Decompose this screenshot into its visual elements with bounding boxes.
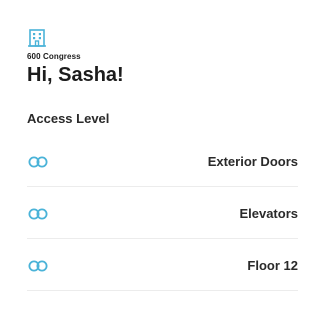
building-name: 600 Congress	[27, 52, 81, 61]
access-item-label: Elevators	[239, 206, 298, 221]
access-item-label: Floor 12	[247, 258, 298, 273]
link-icon	[28, 156, 48, 168]
building-icon	[28, 29, 46, 47]
home-screen: 600 Congress Hi, Sasha! Access Level Ext…	[0, 0, 325, 314]
access-item-elevators[interactable]: Elevators	[27, 187, 298, 239]
link-icon	[28, 208, 48, 220]
access-item-floor-12[interactable]: Floor 12	[27, 239, 298, 291]
access-list: Exterior Doors Elevators Floor 12	[27, 135, 298, 291]
access-item-label: Exterior Doors	[207, 154, 298, 169]
access-item-exterior-doors[interactable]: Exterior Doors	[27, 135, 298, 187]
link-icon	[28, 260, 48, 272]
access-level-heading: Access Level	[27, 111, 110, 126]
greeting-title: Hi, Sasha!	[27, 64, 124, 86]
